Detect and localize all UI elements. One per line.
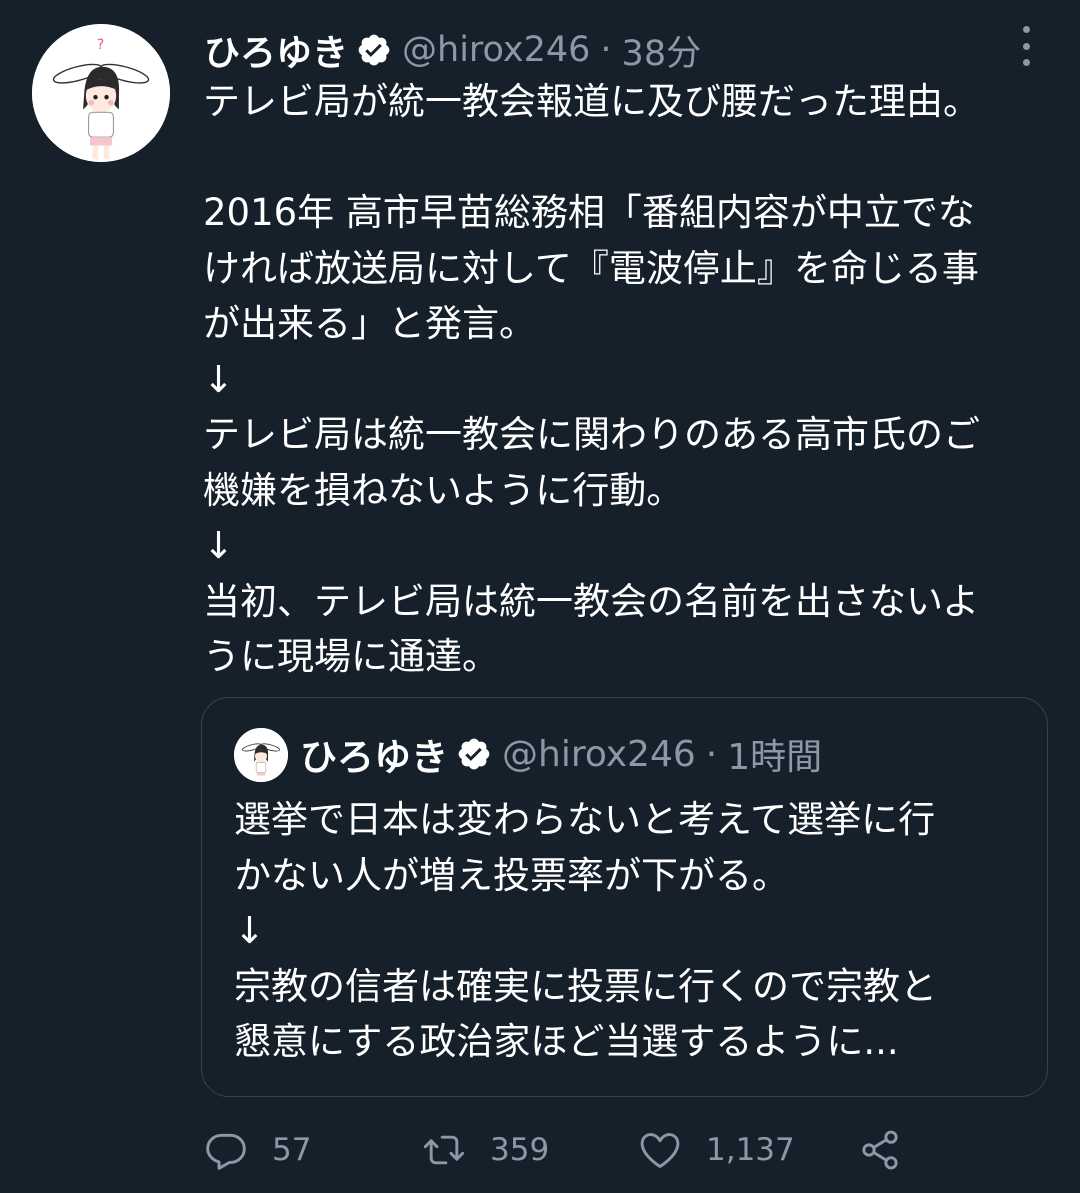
quoted-body-line: 宗教の信者は確実に投票に行くので宗教と [234,964,937,1008]
quoted-body-line: かない人が増え投票率が下がる。 [234,853,789,897]
heart-icon [640,1133,680,1168]
tweet-body-line: テレビ局が統一教会報道に及び腰だった理由。 [203,80,980,123]
quoted-author-avatar [234,728,288,782]
share-button[interactable] [858,1122,902,1178]
quoted-tweet-body: 選挙で日本は変わらないと考えて選挙に行 かない人が増え投票率が下がる。 ↓ 宗教… [234,792,1034,1070]
tweet-timestamp[interactable]: 38分 [622,25,702,76]
verified-badge-icon [356,32,392,68]
retweet-icon [423,1135,465,1165]
reply-count: 57 [272,1132,312,1168]
tweet-body-line: 当初、テレビ局は統一教会の名前を出さないよ [203,579,980,623]
quoted-header-separator: · [705,733,718,775]
quoted-author-handle: @hirox246 [502,733,696,775]
share-icon [862,1130,898,1170]
tweet-body-line: が出来る」と発言。 [203,302,536,345]
retweet-count: 359 [490,1132,550,1168]
tweet-card: ? ひろゆき @hirox246 · 38分 テレビ局が統一教会報道に及び腰だっ… [0,0,1080,1193]
tweet-body-line: テレビ局は統一教会に関わりのある高市氏のご [203,413,980,456]
retweet-button[interactable]: 359 [422,1122,549,1178]
tweet-body-line: 機嫌を損ねないように行動。 [203,468,684,512]
quoted-body-line: 懇意にする政治家ほど当選するように... [234,1020,899,1063]
author-avatar[interactable]: ? [32,24,170,162]
quoted-tweet-card[interactable]: ひろゆき @hirox246 · 1時間 選挙で日本は変わらないと考えて選挙に行… [201,697,1048,1097]
quoted-tweet-timestamp: 1時間 [727,737,823,778]
tweet-body: テレビ局が統一教会報道に及び腰だった理由。 2016年 高市早苗総務相「番組内容… [203,74,1063,685]
reply-icon [206,1133,246,1170]
tweet-body-line: ↓ [203,357,235,401]
author-handle[interactable]: @hirox246 [402,30,590,70]
quoted-body-line: ↓ [234,909,266,952]
like-count: 1,137 [706,1132,795,1168]
author-display-name[interactable]: ひろゆき [204,24,348,76]
tweet-body-line: 2016年 高市早苗総務相「番組内容が中立でな [203,191,975,234]
svg-text:?: ? [97,37,104,53]
quoted-body-line: 選挙で日本は変わらないと考えて選挙に行 [234,798,936,841]
tweet-body-line [203,130,1063,186]
tweet-body-line: ↓ [203,524,235,567]
more-options-icon[interactable] [1014,26,1038,66]
tweet-body-line: うに現場に通達。 [203,635,499,678]
quoted-author-display-name: ひろゆき [300,736,448,779]
header-separator: · [600,30,612,70]
tweet-header: ひろゆき @hirox246 · 38分 [204,22,701,78]
bunny-ear-girl-avatar-icon: ? [32,24,170,162]
reply-button[interactable]: 57 [204,1122,311,1178]
bunny-ear-girl-avatar-icon [234,728,288,782]
tweet-body-line: ければ放送局に対して『電波停止』を命じる事 [203,246,979,290]
verified-badge-icon [456,736,492,772]
quoted-tweet-header: ひろゆき @hirox246 · 1時間 [300,726,822,782]
like-button[interactable]: 1,137 [638,1122,795,1178]
tweet-actions-bar: 57 359 1,137 [0,1122,1080,1178]
